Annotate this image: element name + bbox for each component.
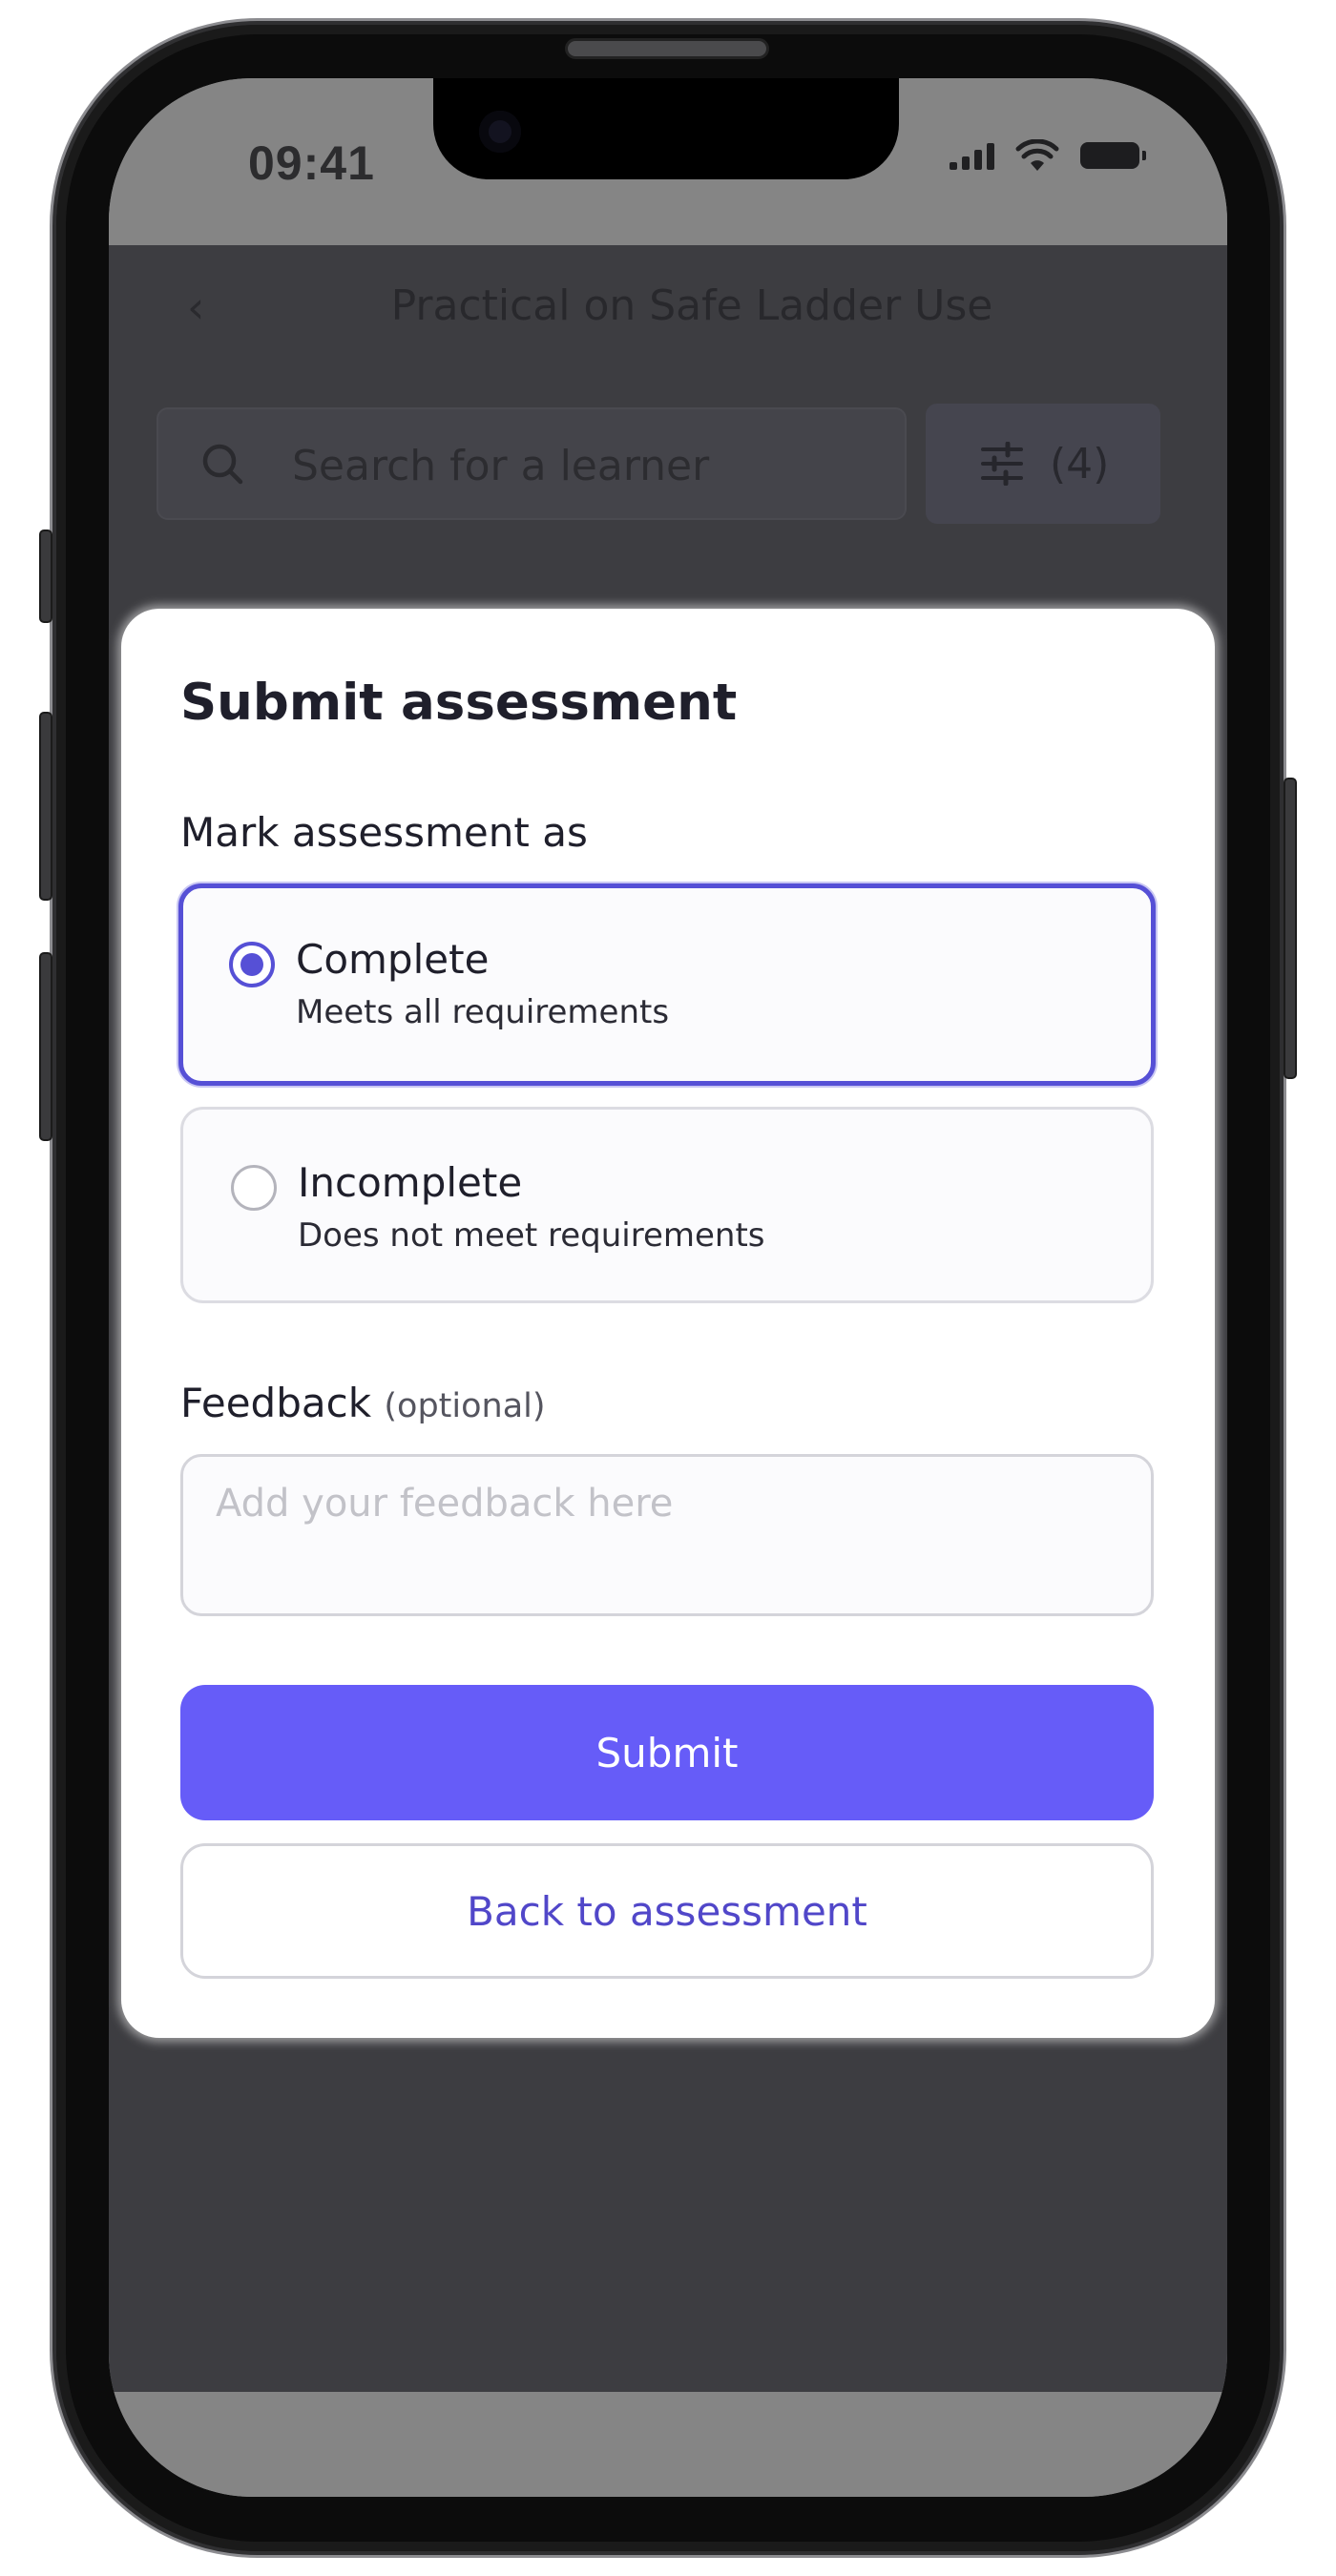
chevron-left-icon[interactable]: ‹ [187,281,204,333]
status-icons [950,139,1146,172]
option-incomplete[interactable]: Incomplete Does not meet requirements [180,1107,1154,1303]
sliders-icon [981,442,1023,486]
wifi-icon [1015,139,1059,171]
filter-count: (4) [1050,440,1110,488]
back-to-assessment-button[interactable]: Back to assessment [180,1843,1154,1979]
option-description: Meets all requirements [296,993,670,1031]
speaker-grill [565,38,769,59]
home-indicator-area [109,2392,1227,2497]
volume-down-button [39,952,52,1141]
dialog-title: Submit assessment [180,674,738,732]
option-complete[interactable]: Complete Meets all requirements [178,883,1156,1086]
search-placeholder: Search for a learner [292,442,710,490]
cellular-signal-icon [950,141,994,170]
option-title: Incomplete [298,1159,523,1206]
feedback-label: Feedback (optional) [180,1380,546,1426]
feedback-optional-hint: (optional) [384,1387,546,1425]
submit-assessment-dialog: Submit assessment Mark assessment as Com… [121,609,1215,2038]
filter-button[interactable]: (4) [926,404,1160,524]
silent-switch [39,530,52,623]
radio-selected-icon[interactable] [229,942,275,987]
search-icon [202,444,243,485]
status-time: 09:41 [248,136,375,190]
feedback-label-text: Feedback [180,1380,372,1426]
mark-assessment-label: Mark assessment as [180,809,588,856]
power-button [1284,778,1297,1079]
option-description: Does not meet requirements [298,1216,765,1255]
front-camera [479,111,521,153]
search-input[interactable]: Search for a learner [157,407,907,520]
volume-up-button [39,712,52,901]
battery-icon [1080,142,1146,169]
feedback-field[interactable] [180,1454,1154,1616]
submit-button[interactable]: Submit [180,1685,1154,1820]
page-title: Practical on Safe Ladder Use [390,281,993,330]
option-title: Complete [296,936,490,983]
radio-unselected-icon[interactable] [231,1165,277,1211]
